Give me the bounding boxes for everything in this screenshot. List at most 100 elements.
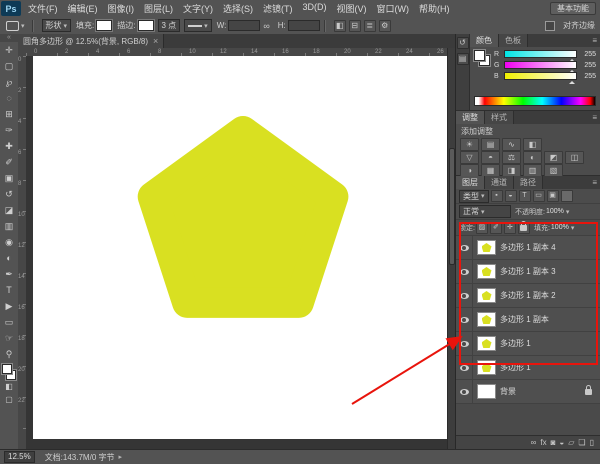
- height-input[interactable]: [288, 20, 320, 31]
- vibrance-icon[interactable]: ▽: [460, 151, 479, 164]
- horizontal-type-tool[interactable]: T: [0, 282, 18, 298]
- tab-paths[interactable]: 路径: [514, 176, 543, 189]
- menu-item-edit[interactable]: 编辑(E): [63, 2, 103, 15]
- quick-mask-icon[interactable]: ◧: [0, 380, 18, 393]
- quick-selection-tool[interactable]: ◌: [0, 90, 18, 106]
- stroke-width-field[interactable]: 3 点: [158, 19, 181, 32]
- tab-adjustments[interactable]: 调整: [456, 111, 485, 124]
- opacity-value[interactable]: 100%: [546, 208, 564, 215]
- menu-item-view[interactable]: 视图(V): [332, 2, 372, 15]
- hue-saturation-icon[interactable]: ◓: [481, 151, 500, 164]
- toolbar-collapse-icon[interactable]: «: [0, 34, 18, 42]
- filter-toggle-icon[interactable]: [561, 190, 573, 202]
- black-white-icon[interactable]: ◐: [523, 151, 542, 164]
- panel-menu-icon[interactable]: ≡: [589, 111, 600, 124]
- layer-fill-value[interactable]: 100%: [551, 224, 569, 231]
- tab-channels[interactable]: 通道: [485, 176, 514, 189]
- visibility-toggle[interactable]: [456, 356, 473, 379]
- visibility-toggle[interactable]: [456, 332, 473, 355]
- stroke-style-select[interactable]: ▾: [184, 19, 212, 32]
- tool-preset-picker[interactable]: ▾: [3, 21, 28, 31]
- move-tool[interactable]: ✛: [0, 42, 18, 58]
- blue-slider[interactable]: [504, 72, 577, 80]
- layer-style-icon[interactable]: fx: [540, 437, 546, 449]
- path-operations-icon[interactable]: ◧: [334, 20, 346, 32]
- spot-healing-brush-tool[interactable]: ✚: [0, 138, 18, 154]
- document-tab[interactable]: 圆角多边形 @ 12.5%(背景, RGB/8) ×: [18, 34, 164, 48]
- new-layer-icon[interactable]: ❏: [578, 437, 585, 449]
- foreground-color-swatch[interactable]: [2, 364, 12, 374]
- tab-color[interactable]: 颜色: [470, 34, 499, 47]
- color-panel-foreground-swatch[interactable]: [474, 50, 485, 61]
- visibility-toggle[interactable]: [456, 284, 473, 307]
- lasso-tool[interactable]: ℘: [0, 74, 18, 90]
- close-document-icon[interactable]: ×: [153, 36, 158, 46]
- curves-icon[interactable]: ∿: [502, 138, 521, 151]
- layer-row[interactable]: 多边形 1 副本 2: [456, 284, 600, 308]
- layer-row[interactable]: 多边形 1 副本 4: [456, 236, 600, 260]
- delete-layer-icon[interactable]: ▯: [590, 437, 594, 449]
- color-balance-icon[interactable]: ⚖: [502, 151, 521, 164]
- eyedropper-tool[interactable]: ✑: [0, 122, 18, 138]
- panel-menu-icon[interactable]: ≡: [589, 176, 600, 189]
- new-group-icon[interactable]: ▱: [568, 437, 574, 449]
- menu-item-filter[interactable]: 滤镜(T): [258, 2, 298, 15]
- path-arrange-icon[interactable]: ≣: [364, 20, 376, 32]
- add-layer-mask-icon[interactable]: ◙: [551, 437, 556, 449]
- lock-position-icon[interactable]: ✛: [504, 222, 516, 234]
- status-arrow-icon[interactable]: ▸: [119, 453, 123, 461]
- menu-item-select[interactable]: 选择(S): [218, 2, 258, 15]
- tab-styles[interactable]: 样式: [485, 111, 514, 124]
- panel-menu-icon[interactable]: ≡: [589, 34, 600, 47]
- green-slider[interactable]: [504, 61, 577, 69]
- red-slider[interactable]: [504, 50, 577, 58]
- layer-row[interactable]: 多边形 1: [456, 332, 600, 356]
- menu-item-layer[interactable]: 图层(L): [139, 2, 178, 15]
- brush-tool[interactable]: ✐: [0, 154, 18, 170]
- blur-tool[interactable]: ◉: [0, 234, 18, 250]
- rectangular-marquee-tool[interactable]: ▢: [0, 58, 18, 74]
- shape-mode-select[interactable]: 形状 ▾: [42, 19, 72, 32]
- photo-filter-icon[interactable]: ◩: [544, 151, 563, 164]
- layer-row[interactable]: 多边形 1: [456, 356, 600, 380]
- link-dimensions-icon[interactable]: ∞: [263, 21, 269, 31]
- menu-item-type[interactable]: 文字(Y): [178, 2, 218, 15]
- visibility-toggle[interactable]: [456, 380, 473, 403]
- red-value[interactable]: 255: [580, 51, 596, 58]
- filter-kind-shape-icon[interactable]: ▭: [533, 190, 545, 202]
- screen-mode-icon[interactable]: ▢: [0, 393, 18, 406]
- zoom-level-field[interactable]: 12.5%: [4, 451, 35, 463]
- path-align-icon[interactable]: ⊟: [349, 20, 361, 32]
- dodge-tool[interactable]: ◐: [0, 250, 18, 266]
- color-spectrum-bar[interactable]: [474, 96, 596, 106]
- canvas[interactable]: [33, 56, 447, 439]
- align-edges-checkbox[interactable]: [545, 21, 555, 31]
- filter-kind-type-icon[interactable]: T: [519, 190, 531, 202]
- stroke-swatch[interactable]: [138, 20, 154, 31]
- hand-tool[interactable]: ☞: [0, 330, 18, 346]
- pen-tool[interactable]: ✒: [0, 266, 18, 282]
- history-panel-icon[interactable]: ↺: [457, 37, 469, 49]
- menu-item-file[interactable]: 文件(F): [23, 2, 63, 15]
- width-input[interactable]: [228, 20, 260, 31]
- path-selection-tool[interactable]: ▶: [0, 298, 18, 314]
- eraser-tool[interactable]: ◪: [0, 202, 18, 218]
- workspace-switcher[interactable]: 基本功能: [550, 2, 596, 15]
- lock-image-pixels-icon[interactable]: ✐: [490, 222, 502, 234]
- layer-row[interactable]: 背景: [456, 380, 600, 404]
- levels-icon[interactable]: ▤: [481, 138, 500, 151]
- lock-all-icon[interactable]: [518, 222, 530, 234]
- menu-item-image[interactable]: 图像(I): [103, 2, 140, 15]
- layer-row[interactable]: 多边形 1 副本: [456, 308, 600, 332]
- menu-item-help[interactable]: 帮助(H): [414, 2, 455, 15]
- new-adjustment-layer-icon[interactable]: ◒: [559, 437, 564, 449]
- visibility-toggle[interactable]: [456, 236, 473, 259]
- link-layers-icon[interactable]: ∞: [531, 437, 537, 449]
- crop-tool[interactable]: ⊞: [0, 106, 18, 122]
- visibility-toggle[interactable]: [456, 308, 473, 331]
- blue-value[interactable]: 255: [580, 73, 596, 80]
- menu-item-3d[interactable]: 3D(D): [298, 2, 332, 15]
- visibility-toggle[interactable]: [456, 260, 473, 283]
- blend-mode-select[interactable]: 正常 ▾: [459, 205, 511, 218]
- tab-swatches[interactable]: 色板: [499, 34, 528, 47]
